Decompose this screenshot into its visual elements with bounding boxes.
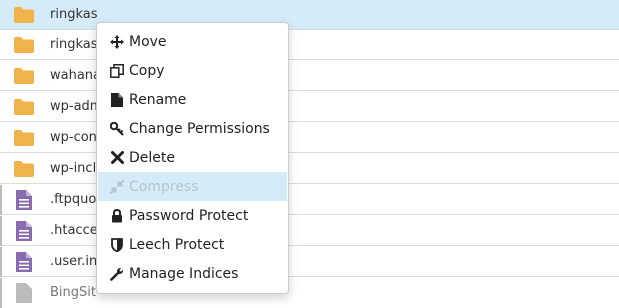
file-rename-icon [110,92,124,107]
menu-item-delete[interactable]: Delete [98,143,287,172]
folder-icon [12,0,36,30]
file-row[interactable]: wp-adm [0,92,619,122]
lock-icon [110,208,124,223]
file-row[interactable]: .ftpquo [0,185,619,215]
menu-item-label: Manage Indices [129,265,239,282]
row-edge [0,185,2,215]
folder-icon [12,154,36,184]
menu-item-copy[interactable]: Copy [98,56,287,85]
row-edge [0,247,2,277]
menu-item-label: Password Protect [129,207,249,224]
menu-item-leech-protect[interactable]: Leech Protect [98,230,287,259]
folder-icon [12,61,36,91]
file-name[interactable]: ringkas [50,30,98,60]
menu-item-label: Compress [129,178,199,195]
file-list: ringkas ringkas wahana wp-adm wp-con wp-… [0,0,619,308]
file-row[interactable]: wp-inclu [0,154,619,184]
menu-item-move[interactable]: Move [98,27,287,56]
file-name[interactable]: wp-adm [50,92,102,122]
file-name[interactable]: .ftpquo [50,185,96,215]
compress-icon [110,179,124,194]
file-name[interactable]: .htacce [50,216,98,246]
menu-item-label: Delete [129,149,175,166]
menu-item-compress[interactable]: Compress [98,172,287,201]
menu-item-label: Move [129,33,167,50]
file-name[interactable]: wahana [50,61,101,91]
file-row[interactable]: wahana [0,61,619,91]
file-icon [12,278,36,308]
file-icon [12,185,36,215]
row-edge [0,216,2,246]
file-row[interactable]: .htacce [0,216,619,246]
menu-item-label: Leech Protect [129,236,225,253]
key-icon [110,121,124,136]
menu-item-rename[interactable]: Rename [98,85,287,114]
file-row[interactable]: ringkas [0,0,619,30]
file-row[interactable]: BingSit [0,278,619,308]
shield-icon [110,237,124,252]
folder-icon [12,92,36,122]
folder-icon [12,30,36,60]
file-name[interactable]: BingSit [50,278,96,308]
context-menu: Move Copy Rename Change Permissions Dele… [96,22,289,294]
file-name[interactable]: wp-con [50,123,97,153]
row-edge [0,278,2,308]
file-name[interactable]: .user.in [50,247,97,277]
folder-icon [12,123,36,153]
copy-icon [110,63,124,78]
wrench-icon [110,267,124,281]
menu-item-password-protect[interactable]: Password Protect [98,201,287,230]
menu-item-manage-indices[interactable]: Manage Indices [98,259,287,288]
file-row[interactable]: ringkas [0,30,619,60]
file-row[interactable]: .user.in [0,247,619,277]
file-row[interactable]: wp-con [0,123,619,153]
file-icon [12,216,36,246]
menu-item-change-permissions[interactable]: Change Permissions [98,114,287,143]
menu-item-label: Rename [129,91,187,108]
move-arrows-icon [110,34,124,49]
file-icon [12,247,36,277]
menu-item-label: Copy [129,62,165,79]
menu-item-label: Change Permissions [129,120,270,137]
x-delete-icon [110,151,124,165]
file-name[interactable]: ringkas [50,0,98,30]
